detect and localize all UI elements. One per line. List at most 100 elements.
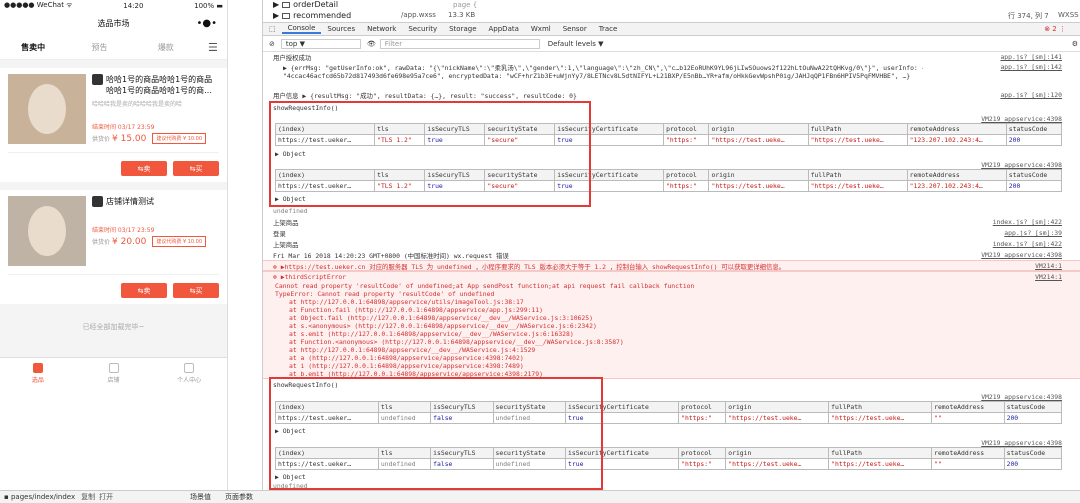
tabbar-label: 选品	[31, 377, 44, 384]
stack-frame[interactable]: at Function.<anonymous> (http://127.0.0.…	[289, 338, 1080, 346]
col-origin: origin	[708, 123, 809, 135]
log-source[interactable]: VM219 appservice:4398	[981, 251, 1062, 259]
buy-button[interactable]: ⇆ 买	[173, 161, 219, 176]
log-source[interactable]: app.js? [sm]:142	[1000, 63, 1062, 71]
eye-icon[interactable]: 👁	[367, 40, 376, 48]
tab-appdata[interactable]: AppData	[483, 25, 525, 33]
open-link[interactable]: 打开	[99, 492, 113, 502]
highlight-box	[269, 101, 591, 207]
log-source[interactable]: index.js? [sm]:422	[993, 218, 1062, 226]
inspect-icon[interactable]: ⬚	[263, 25, 282, 33]
fee-badge: 建议代购费 ¥ 10.00	[152, 236, 207, 247]
log-source[interactable]: app.js? [sm]:120	[1000, 91, 1062, 99]
stack-frame[interactable]: at i (http://127.0.0.1:64898/appservice/…	[289, 362, 1080, 370]
log-source[interactable]: VM214:1	[1035, 273, 1062, 281]
tab-preview[interactable]: 预告	[66, 42, 132, 53]
tab-sources[interactable]: Sources	[321, 25, 361, 33]
shop-icon	[108, 363, 119, 373]
tabbar-item[interactable]: 个人中心	[151, 358, 227, 389]
log-source[interactable]: VM219 appservice:4398	[981, 115, 1062, 123]
stack-frame[interactable]: at Function.fail (http://127.0.0.1:64898…	[289, 306, 1080, 314]
tab-console[interactable]: Console	[281, 24, 322, 34]
tab-storage[interactable]: Storage	[443, 25, 482, 33]
log-source[interactable]: index.js? [sm]:422	[993, 240, 1062, 248]
col-fullPath: fullPath	[807, 123, 908, 135]
stack-frame[interactable]: at http://127.0.0.1:64898/appservice/__d…	[289, 346, 1080, 354]
stack-frame[interactable]: at a (http://127.0.0.1:64898/appservice/…	[289, 354, 1080, 362]
error-count[interactable]: ⊗ 2 ⋮	[1044, 25, 1066, 33]
cell: "123.207.102.243:4…	[906, 180, 1007, 192]
product-image	[8, 196, 86, 266]
stack-frame[interactable]: at s.emit (http://127.0.0.1:64898/appser…	[289, 330, 1080, 338]
tab-security[interactable]: Security	[402, 25, 443, 33]
sell-button[interactable]: ⇆ 卖	[121, 161, 167, 176]
end-time: 结束时间 03/17 23:59	[92, 124, 155, 131]
col-fullPath: fullPath	[807, 169, 908, 181]
stack-frame[interactable]: at s.<anonymous> (http://127.0.0.1:64898…	[289, 322, 1080, 330]
log-source[interactable]: VM219 appservice:4398	[981, 161, 1062, 169]
tab-wxml[interactable]: Wxml	[525, 25, 557, 33]
stack-frame[interactable]: at Object.fail (http://127.0.0.1:64898/a…	[289, 314, 1080, 322]
console-filter-bar: ⊘ top ▼ 👁 Filter Default levels ▼ ⚙	[263, 37, 1080, 52]
filter-input[interactable]: Filter	[379, 39, 540, 49]
simulator-blank	[0, 389, 227, 490]
log-line: 用户授权成功	[273, 54, 312, 62]
log-source[interactable]: VM219 appservice:4398	[981, 439, 1062, 447]
time: 14:20	[123, 1, 144, 10]
tab-network[interactable]: Network	[361, 25, 402, 33]
tab-sensor[interactable]: Sensor	[557, 25, 593, 33]
error-icon: ⊗	[273, 263, 277, 271]
cell: 200	[1003, 458, 1063, 470]
cell: "https:"	[678, 412, 727, 424]
path-text: pages/index/index	[10, 493, 76, 501]
clear-icon[interactable]: ⊘	[269, 40, 275, 48]
file-type: WXSS	[1058, 11, 1079, 19]
context-select[interactable]: top ▼	[280, 39, 361, 49]
cell: "https:"	[663, 180, 710, 192]
cell: "https://test.ueke…	[708, 180, 809, 192]
menu-icon[interactable]: ☰	[199, 41, 227, 54]
sell-label: 卖	[143, 286, 151, 295]
sell-button[interactable]: ⇆ 卖	[121, 283, 167, 298]
levels-select[interactable]: Default levels ▼	[548, 40, 604, 48]
shop-icon	[92, 196, 103, 207]
product-title: 哈哈1号的商品哈哈1号的商品哈哈1号的商品哈哈1号的商...	[106, 75, 213, 95]
cell: "123.207.102.243:4…	[906, 134, 1007, 146]
buy-label: 买	[195, 164, 203, 173]
price: ¥ 20.00	[112, 236, 147, 247]
stack-frame[interactable]: at http://127.0.0.1:64898/appservice/uti…	[289, 298, 1080, 306]
cell: "https://test.ueke…	[725, 458, 830, 470]
more-icon[interactable]: •●•	[196, 18, 217, 29]
scene-value[interactable]: 场景值	[190, 492, 211, 502]
col-remoteAddress: remoteAddress	[906, 169, 1007, 181]
log-line: "4ccac46acfcd65b72d817493d6fe698e95a7ce6…	[283, 72, 911, 80]
tab-selling[interactable]: 售卖中	[0, 42, 66, 53]
settings-icon[interactable]: ⚙	[1072, 40, 1078, 48]
log-source[interactable]: VM219 appservice:4398	[981, 393, 1062, 401]
cell: "https://test.ueke…	[725, 412, 830, 424]
page-path: ▪ pages/index/index	[4, 493, 76, 501]
price-label: 供货价	[92, 239, 111, 246]
tabbar-item[interactable]: 店铺	[76, 358, 152, 389]
cell: "https://test.ueke…	[828, 458, 933, 470]
devtools-panel: ▶ orderDetail ▶ recommended page { /app.…	[262, 0, 1080, 490]
product-title: 店铺详情测试	[106, 197, 154, 206]
copy-link[interactable]: 复制	[81, 492, 95, 502]
buy-button[interactable]: ⇆ 买	[173, 283, 219, 298]
cell: ""	[931, 458, 1005, 470]
page-params[interactable]: 页面参数	[225, 492, 253, 502]
product-card[interactable]: 店铺详情测试 结束时间 03/17 23:59 供货价 ¥ 20.00 建议代购费 …	[0, 190, 227, 304]
log-source[interactable]: VM214:1	[1035, 262, 1062, 270]
tab-hot[interactable]: 爆款	[133, 42, 199, 53]
log-source[interactable]: app.js? [sm]:141	[1000, 53, 1062, 61]
tab-trace[interactable]: Trace	[593, 25, 624, 33]
tree-item[interactable]: ▶ orderDetail	[273, 0, 338, 9]
nav-bar: 选品市场 •●•	[0, 11, 227, 35]
return-value: undefined	[273, 207, 308, 215]
log-source[interactable]: app.js? [sm]:39	[1004, 229, 1062, 237]
buy-label: 买	[195, 286, 203, 295]
devtools-tabs: ⬚ Console Sources Network Security Stora…	[263, 22, 1080, 36]
tabbar-item[interactable]: 选品	[0, 358, 76, 389]
product-card[interactable]: 哈哈1号的商品哈哈1号的商品哈哈1号的商品哈哈1号的商... 哈哈哈我是卖的哈哈…	[0, 68, 227, 182]
tree-item[interactable]: ▶ recommended	[273, 11, 351, 20]
